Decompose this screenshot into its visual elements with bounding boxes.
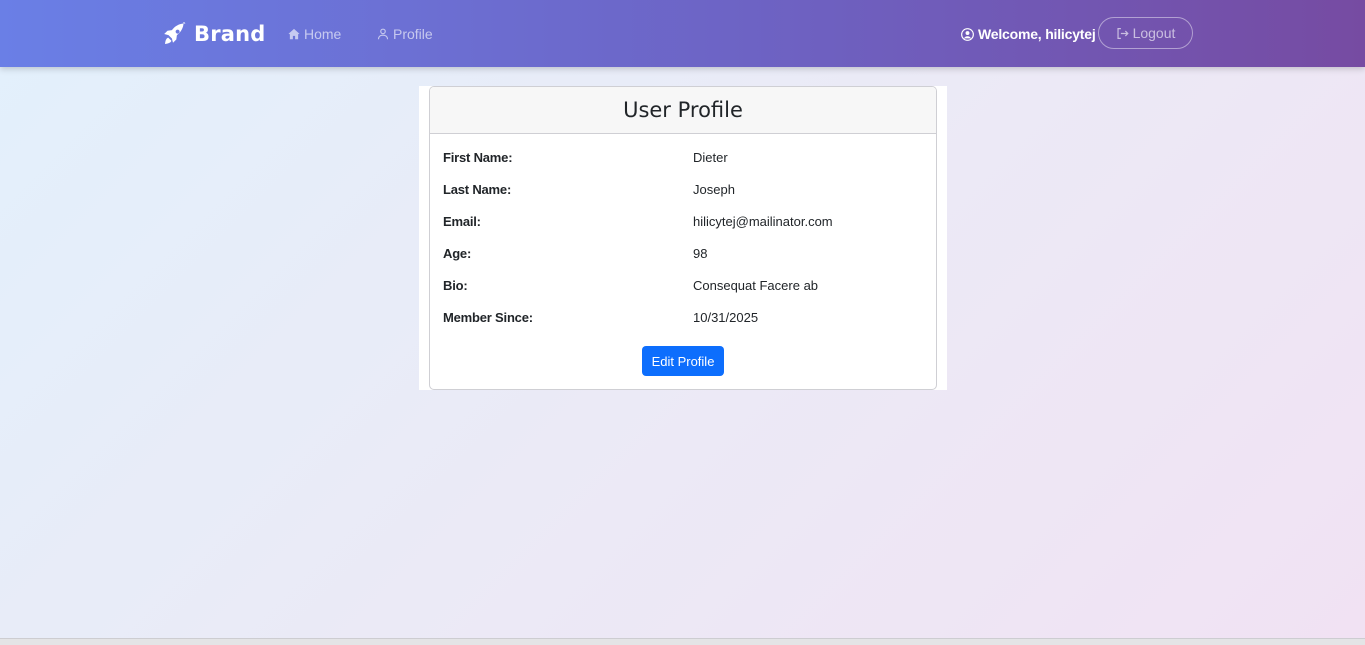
field-value: 98 bbox=[693, 246, 708, 261]
field-label: Last Name: bbox=[443, 182, 512, 197]
top-navbar: Brand Home Profile Welcome, hilicytej Lo… bbox=[0, 0, 1365, 67]
profile-row-first-name: First Name: Dieter bbox=[443, 150, 923, 170]
nav-link-profile[interactable]: Profile bbox=[377, 24, 433, 44]
welcome-text: Welcome, hilicytej bbox=[978, 26, 1096, 42]
profile-card-header: User Profile bbox=[430, 87, 936, 134]
edit-profile-button[interactable]: Edit Profile bbox=[642, 346, 724, 376]
house-icon bbox=[288, 28, 300, 40]
logout-label: Logout bbox=[1132, 25, 1176, 41]
field-value: Dieter bbox=[693, 150, 728, 165]
profile-row-member-since: Member Since: 10/31/2025 bbox=[443, 310, 923, 330]
nav-home-label: Home bbox=[304, 26, 342, 42]
field-label: First Name: bbox=[443, 150, 513, 165]
profile-row-last-name: Last Name: Joseph bbox=[443, 182, 923, 202]
brand-name: Brand bbox=[194, 22, 266, 46]
user-circle-icon bbox=[961, 27, 974, 41]
field-label: Age: bbox=[443, 246, 472, 261]
profile-container: User Profile First Name: Dieter Last Nam… bbox=[419, 86, 947, 390]
logout-button[interactable]: Logout bbox=[1098, 17, 1193, 49]
welcome-message: Welcome, hilicytej bbox=[961, 24, 1096, 44]
nav-link-home[interactable]: Home bbox=[288, 24, 341, 44]
field-label: Member Since: bbox=[443, 310, 533, 325]
profile-row-bio: Bio: Consequat Facere ab bbox=[443, 278, 923, 298]
field-value: hilicytej@mailinator.com bbox=[693, 214, 833, 229]
page-title: User Profile bbox=[623, 98, 743, 122]
logout-icon bbox=[1117, 27, 1129, 39]
person-icon bbox=[377, 28, 389, 40]
field-value: Joseph bbox=[693, 182, 735, 197]
profile-card: User Profile First Name: Dieter Last Nam… bbox=[429, 86, 937, 390]
field-value: 10/31/2025 bbox=[693, 310, 759, 325]
bottom-scrollbar[interactable] bbox=[0, 638, 1365, 645]
field-label: Bio: bbox=[443, 278, 468, 293]
profile-row-age: Age: 98 bbox=[443, 246, 923, 266]
brand-link[interactable]: Brand bbox=[163, 19, 266, 49]
field-label: Email: bbox=[443, 214, 481, 229]
profile-row-email: Email: hilicytej@mailinator.com bbox=[443, 214, 923, 234]
nav-profile-label: Profile bbox=[393, 26, 433, 42]
rocket-icon bbox=[164, 22, 186, 44]
field-value: Consequat Facere ab bbox=[693, 278, 819, 293]
